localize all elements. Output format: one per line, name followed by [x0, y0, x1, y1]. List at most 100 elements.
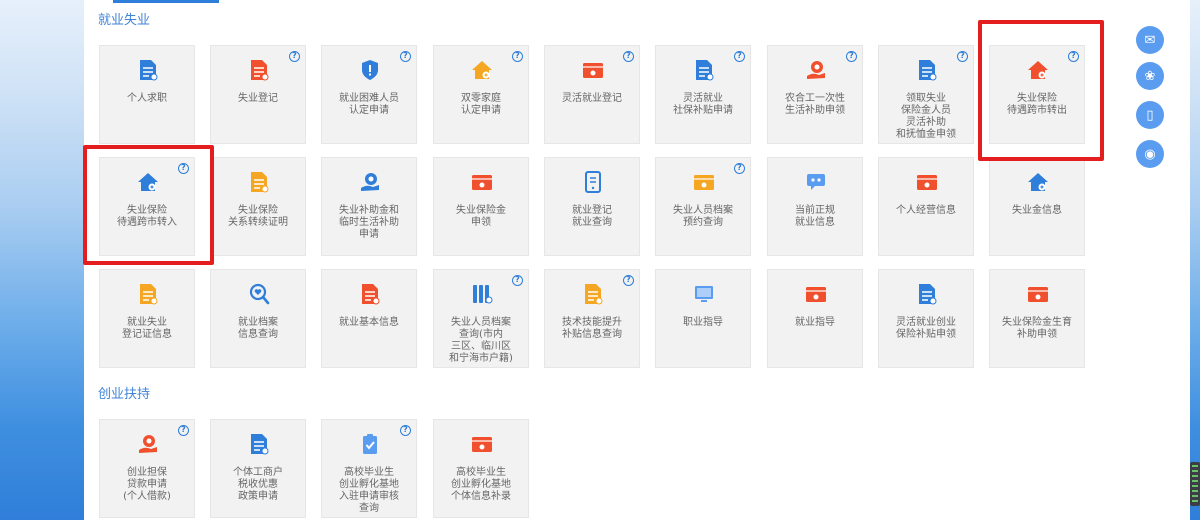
service-tile[interactable]: 失业保险 关系转续证明 — [210, 157, 306, 256]
active-tab-indicator — [113, 0, 219, 3]
service-tile[interactable]: 失业补助金和 临时生活补助 申请 — [321, 157, 417, 256]
help-icon[interactable]: ? — [846, 51, 857, 62]
service-tile-label: 就业档案 信息查询 — [238, 317, 278, 340]
service-tile-label: 灵活就业 社保补贴申请 — [673, 93, 733, 116]
card-icon — [471, 170, 493, 194]
service-tile[interactable]: 个体工商户 税收优惠 政策申请 — [210, 419, 306, 518]
gov-service-icon[interactable]: ◉ — [1136, 140, 1164, 168]
briefcase-doc-icon — [137, 282, 159, 306]
service-tile[interactable]: 就业登记 就业查询 — [544, 157, 640, 256]
phone-doc-icon — [582, 170, 604, 194]
doc-coin-icon — [582, 282, 604, 306]
service-tile-label: 就业指导 — [795, 317, 835, 328]
board-icon — [805, 282, 827, 306]
cloud-hand-icon — [359, 170, 381, 194]
help-icon[interactable]: ? — [400, 51, 411, 62]
doc-pen-icon — [916, 282, 938, 306]
service-tile[interactable]: 创业担保 贷款申请 (个人借款)? — [99, 419, 195, 518]
service-tile[interactable]: 失业保险金 申领 — [433, 157, 529, 256]
doc-lines-icon — [359, 282, 381, 306]
wechat-icon[interactable]: ✉ — [1136, 26, 1164, 54]
service-tile-label: 创业担保 贷款申请 (个人借款) — [123, 467, 171, 502]
service-tile-label: 失业补助金和 临时生活补助 申请 — [339, 205, 399, 240]
service-tile[interactable]: 高校毕业生 创业孵化基地 个体信息补录 — [433, 419, 529, 518]
service-tile[interactable]: 技术技能提升 补贴信息查询? — [544, 269, 640, 368]
card-icon — [1027, 282, 1049, 306]
service-tile[interactable]: 就业基本信息 — [321, 269, 417, 368]
service-tile[interactable]: 双零家庭 认定申请? — [433, 45, 529, 144]
service-tile[interactable]: 农合工一次性 生活补助申领? — [767, 45, 863, 144]
service-tile[interactable]: 失业金信息 — [989, 157, 1085, 256]
service-tile-label: 就业失业 登记证信息 — [122, 317, 172, 340]
service-tile[interactable]: 失业保险金生育 补助申领 — [989, 269, 1085, 368]
service-tile[interactable]: 领取失业 保险金人员 灵活补助 和抚恤金申领? — [878, 45, 974, 144]
service-tile[interactable]: 灵活就业登记? — [544, 45, 640, 144]
help-icon[interactable]: ? — [957, 51, 968, 62]
service-tile-label: 职业指导 — [683, 317, 723, 328]
help-icon[interactable]: ? — [1068, 51, 1079, 62]
service-tile-label: 技术技能提升 补贴信息查询 — [562, 317, 622, 340]
service-tile-label: 失业人员档案 查询(市内 三区、临川区 和宁海市户籍) — [449, 317, 513, 364]
service-tile-label: 个人求职 — [127, 93, 167, 104]
binders-icon — [471, 282, 493, 306]
service-tile[interactable]: 就业失业 登记证信息 — [99, 269, 195, 368]
service-tile[interactable]: 当前正规 就业信息 — [767, 157, 863, 256]
help-icon[interactable]: ? — [512, 275, 523, 286]
mobile-icon[interactable]: ▯ — [1136, 101, 1164, 129]
card-icon — [582, 58, 604, 82]
service-tile-label: 高校毕业生 创业孵化基地 个体信息补录 — [451, 467, 511, 502]
service-tile[interactable]: 职业指导 — [655, 269, 751, 368]
doc-pen-icon — [248, 432, 270, 456]
service-tile[interactable]: 就业档案 信息查询 — [210, 269, 306, 368]
service-tile[interactable]: 灵活就业 社保补贴申请? — [655, 45, 751, 144]
help-icon[interactable]: ? — [512, 51, 523, 62]
help-icon[interactable]: ? — [178, 425, 189, 436]
service-tile-label: 就业基本信息 — [339, 317, 399, 328]
help-icon[interactable]: ? — [623, 51, 634, 62]
service-tile[interactable]: 失业人员档案 查询(市内 三区、临川区 和宁海市户籍)? — [433, 269, 529, 368]
service-tile-label: 当前正规 就业信息 — [795, 205, 835, 228]
help-icon[interactable]: ? — [289, 51, 300, 62]
service-tile-label: 农合工一次性 生活补助申领 — [785, 93, 845, 116]
service-tile[interactable]: 失业保险 待遇跨市转出? — [989, 45, 1085, 144]
service-tile[interactable]: 失业人员档案 预约查询? — [655, 157, 751, 256]
hand-coin-icon — [137, 432, 159, 456]
service-tile[interactable]: 就业困难人员 认定申请? — [321, 45, 417, 144]
help-icon[interactable]: ? — [734, 163, 745, 174]
service-tile-label: 就业登记 就业查询 — [572, 205, 612, 228]
service-tile[interactable]: 失业登记? — [210, 45, 306, 144]
home-transfer-icon — [1027, 170, 1049, 194]
help-icon[interactable]: ? — [734, 51, 745, 62]
house-icon — [471, 58, 493, 82]
service-tile-label: 失业保险金 申领 — [456, 205, 506, 228]
mini-program-icon[interactable]: ❀ — [1136, 62, 1164, 90]
service-tile-label: 灵活就业登记 — [562, 93, 622, 104]
service-tile-label: 失业登记 — [238, 93, 278, 104]
home-transfer-icon — [1027, 58, 1049, 82]
scroll-widget[interactable] — [1190, 462, 1200, 506]
clipboard-check-icon — [359, 432, 381, 456]
service-tile-label: 就业困难人员 认定申请 — [339, 93, 399, 116]
service-tile-label: 失业保险 待遇跨市转出 — [1007, 93, 1067, 116]
hand-coin-icon — [805, 58, 827, 82]
service-tile[interactable]: 高校毕业生 创业孵化基地 入驻申请审核 查询? — [321, 419, 417, 518]
service-tile-label: 失业保险 关系转续证明 — [228, 205, 288, 228]
home-transfer-icon — [137, 170, 159, 194]
help-icon[interactable]: ? — [178, 163, 189, 174]
service-tile-label: 失业金信息 — [1012, 205, 1062, 216]
service-tile-label: 个人经营信息 — [896, 205, 956, 216]
id-card-icon — [916, 170, 938, 194]
service-tile[interactable]: 个人求职 — [99, 45, 195, 144]
card-icon — [693, 170, 715, 194]
service-tile[interactable]: 失业保险 待遇跨市转入? — [99, 157, 195, 256]
service-tile-label: 失业保险金生育 补助申领 — [1002, 317, 1072, 340]
service-tile[interactable]: 就业指导 — [767, 269, 863, 368]
service-tile[interactable]: 个人经营信息 — [878, 157, 974, 256]
resume-doc-icon — [137, 58, 159, 82]
section-title-employment: 就业失业 — [98, 13, 151, 28]
service-tile-label: 失业保险 待遇跨市转入 — [117, 205, 177, 228]
help-icon[interactable]: ? — [400, 425, 411, 436]
doc-pen-icon — [916, 58, 938, 82]
service-tile[interactable]: 灵活就业创业 保险补贴申领 — [878, 269, 974, 368]
help-icon[interactable]: ? — [623, 275, 634, 286]
